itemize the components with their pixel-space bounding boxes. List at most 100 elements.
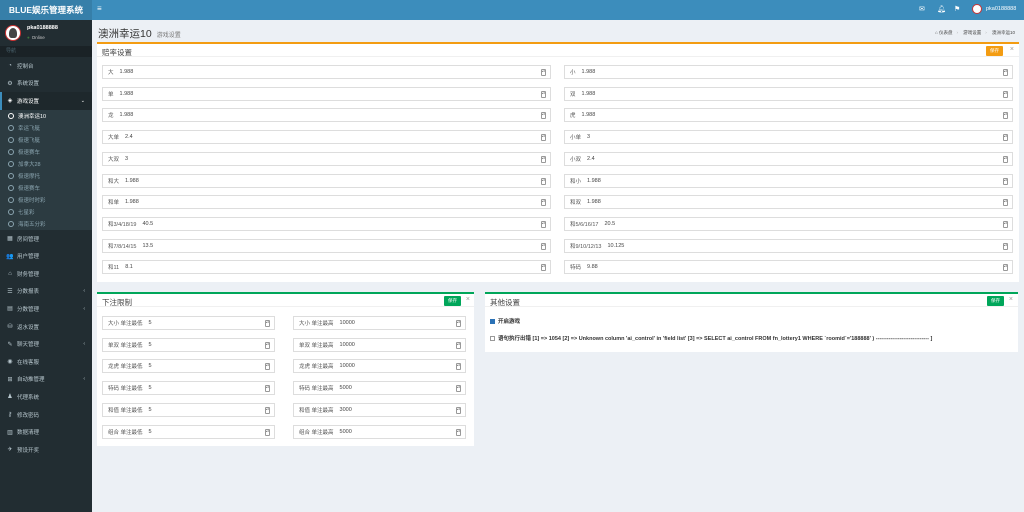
number-input[interactable]: 特码 9.88 ▴▾: [564, 260, 1013, 275]
number-input[interactable]: 和双 1.988 ▴▾: [564, 195, 1013, 210]
number-input[interactable]: 和值 单注最低 5 ▴▾: [102, 402, 275, 417]
submenu-item[interactable]: 极速时时彩: [0, 194, 92, 206]
number-input[interactable]: 大双 3 ▴▾: [102, 151, 551, 166]
bell-icon[interactable]: 🔔︎: [937, 5, 946, 13]
submenu-item[interactable]: 加拿大28: [0, 158, 92, 170]
flag-icon[interactable]: ⚑: [954, 5, 960, 13]
number-input[interactable]: 大单 2.4 ▴▾: [102, 130, 551, 145]
sidebar-item[interactable]: ⛁ 返水设置: [0, 318, 92, 336]
spinner-icon[interactable]: ▴▾: [265, 428, 270, 436]
app-logo[interactable]: BLUE娱乐管理系统: [0, 0, 92, 20]
spinner-icon[interactable]: ▴▾: [1003, 69, 1008, 76]
spinner-icon[interactable]: ▴▾: [1003, 112, 1008, 120]
number-input[interactable]: 和3/4/18/19 40.5 ▴▾: [102, 216, 551, 231]
number-input[interactable]: 和大 1.988 ▴▾: [102, 173, 551, 188]
number-input[interactable]: 和单 1.988 ▴▾: [102, 195, 551, 210]
number-input[interactable]: 和5/6/16/17 20.5 ▴▾: [564, 216, 1013, 231]
menu-toggle-icon[interactable]: ≡: [97, 4, 102, 13]
sidebar-item[interactable]: ◉ 在线客服: [0, 353, 92, 371]
number-input[interactable]: 单双 单注最低 5 ▴▾: [102, 337, 275, 352]
number-input[interactable]: 龙虎 单注最低 5 ▴▾: [102, 359, 275, 374]
other-save-button[interactable]: 保存: [987, 296, 1004, 306]
number-input[interactable]: 龙虎 单注最高 10000 ▴▾: [293, 359, 466, 374]
breadcrumb-item[interactable]: 仪表盘: [939, 30, 953, 35]
spinner-icon[interactable]: ▴▾: [541, 242, 546, 250]
number-input[interactable]: 和7/8/14/15 13.5 ▴▾: [102, 238, 551, 253]
spinner-icon[interactable]: ▴▾: [1003, 199, 1008, 207]
number-input[interactable]: 单 1.988 ▴▾: [102, 86, 551, 101]
number-input[interactable]: 组合 单注最高 5000 ▴▾: [293, 424, 466, 439]
sidebar-item[interactable]: ⌂ 财务管理: [0, 265, 92, 283]
number-input[interactable]: 和值 单注最高 3000 ▴▾: [293, 402, 466, 417]
submenu-item[interactable]: 极速赛车: [0, 182, 92, 194]
number-input[interactable]: 双 1.988 ▴▾: [564, 86, 1013, 101]
spinner-icon[interactable]: ▴▾: [456, 320, 461, 327]
sidebar-item[interactable]: ✎ 聊天管理 ‹: [0, 335, 92, 353]
spinner-icon[interactable]: ▴▾: [265, 385, 270, 393]
sidebar-item[interactable]: ⚙ 系统设置: [0, 75, 92, 93]
spinner-icon[interactable]: ▴▾: [1003, 264, 1008, 272]
number-input[interactable]: 虎 1.988 ▴▾: [564, 108, 1013, 123]
user-menu[interactable]: pka0188888: [972, 4, 1016, 14]
spinner-icon[interactable]: ▴▾: [541, 264, 546, 272]
spinner-icon[interactable]: ▴▾: [456, 385, 461, 393]
number-input[interactable]: 龙 1.988 ▴▾: [102, 108, 551, 123]
spinner-icon[interactable]: ▴▾: [456, 363, 461, 371]
sidebar-item[interactable]: ◔ 控制台: [0, 57, 92, 75]
sidebar-item[interactable]: ◈ 游戏设置 ⌄: [0, 92, 92, 110]
spinner-icon[interactable]: ▴▾: [265, 341, 270, 349]
spinner-icon[interactable]: ▴▾: [541, 220, 546, 228]
breadcrumb-item[interactable]: 游戏设置: [963, 30, 981, 35]
number-input[interactable]: 和小 1.988 ▴▾: [564, 173, 1013, 188]
number-input[interactable]: 小 1.988 ▴▾: [564, 65, 1013, 79]
spinner-icon[interactable]: ▴▾: [541, 155, 546, 163]
odds-close-icon[interactable]: ×: [1010, 46, 1014, 53]
number-input[interactable]: 和11 8.1 ▴▾: [102, 260, 551, 275]
limits-save-button[interactable]: 保存: [444, 296, 461, 306]
spinner-icon[interactable]: ▴▾: [456, 341, 461, 349]
spinner-icon[interactable]: ▴▾: [541, 90, 546, 98]
number-input[interactable]: 和9/10/12/13 10.125 ▴▾: [564, 238, 1013, 253]
number-input[interactable]: 小单 3 ▴▾: [564, 130, 1013, 145]
sidebar-item[interactable]: ☰ 分数报表 ‹: [0, 283, 92, 301]
number-input[interactable]: 大小 单注最高 10000 ▴▾: [293, 316, 466, 330]
envelope-icon[interactable]: ✉: [919, 5, 925, 13]
sidebar-item[interactable]: ▦ 房间管理: [0, 230, 92, 248]
submenu-item[interactable]: 极速飞艇: [0, 134, 92, 146]
odds-save-button[interactable]: 保存: [986, 46, 1003, 56]
spinner-icon[interactable]: ▴▾: [1003, 90, 1008, 98]
other-close-icon[interactable]: ×: [1009, 296, 1013, 303]
sidebar-item[interactable]: ✈ 预设开奖: [0, 441, 92, 459]
spinner-icon[interactable]: ▴▾: [541, 199, 546, 207]
spinner-icon[interactable]: ▴▾: [541, 177, 546, 185]
sidebar-item[interactable]: ▤ 分数管理 ‹: [0, 300, 92, 318]
ai-control-checkbox[interactable]: [490, 336, 495, 342]
spinner-icon[interactable]: ▴▾: [265, 363, 270, 371]
submenu-item[interactable]: 海南五分彩: [0, 218, 92, 230]
number-input[interactable]: 特码 单注最低 5 ▴▾: [102, 381, 275, 396]
number-input[interactable]: 组合 单注最低 5 ▴▾: [102, 424, 275, 439]
submenu-item[interactable]: 极速摩托: [0, 170, 92, 182]
number-input[interactable]: 单双 单注最高 10000 ▴▾: [293, 337, 466, 352]
submenu-item[interactable]: 极速赛车: [0, 146, 92, 158]
spinner-icon[interactable]: ▴▾: [1003, 177, 1008, 185]
limits-close-icon[interactable]: ×: [466, 296, 470, 303]
spinner-icon[interactable]: ▴▾: [1003, 220, 1008, 228]
submenu-item[interactable]: 澳洲幸运10: [0, 110, 92, 122]
spinner-icon[interactable]: ▴▾: [456, 428, 461, 436]
spinner-icon[interactable]: ▴▾: [265, 320, 270, 327]
sidebar-item[interactable]: ♟ 代理系统: [0, 388, 92, 406]
sidebar-item[interactable]: ▥ 数据清理: [0, 423, 92, 441]
number-input[interactable]: 大 1.988 ▴▾: [102, 65, 551, 79]
submenu-item[interactable]: 七星彩: [0, 206, 92, 218]
spinner-icon[interactable]: ▴▾: [1003, 155, 1008, 163]
submenu-item[interactable]: 幸运飞艇: [0, 122, 92, 134]
spinner-icon[interactable]: ▴▾: [265, 406, 270, 414]
spinner-icon[interactable]: ▴▾: [1003, 134, 1008, 142]
spinner-icon[interactable]: ▴▾: [541, 69, 546, 76]
number-input[interactable]: 小双 2.4 ▴▾: [564, 151, 1013, 166]
number-input[interactable]: 特码 单注最高 5000 ▴▾: [293, 381, 466, 396]
sidebar-item[interactable]: ⚷ 修改密码: [0, 406, 92, 424]
number-input[interactable]: 大小 单注最低 5 ▴▾: [102, 316, 275, 330]
open-game-checkbox[interactable]: [490, 319, 495, 325]
